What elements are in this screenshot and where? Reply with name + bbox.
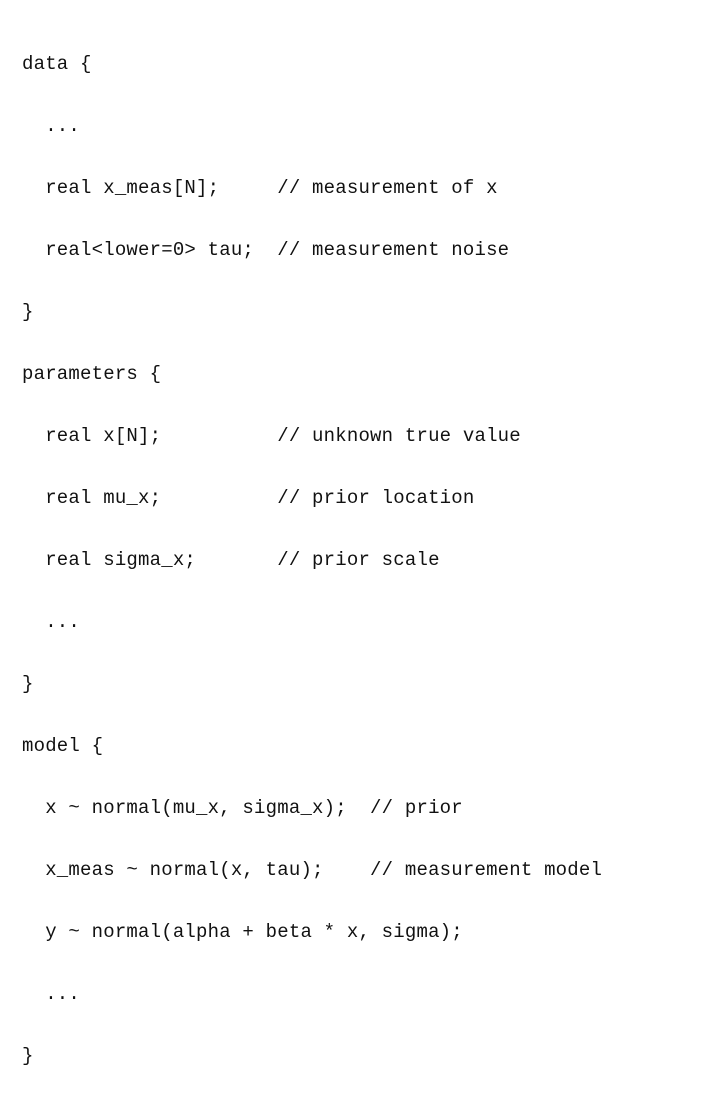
code-line: x ~ normal(mu_x, sigma_x); // prior (22, 793, 722, 824)
code-listing: data { ... real x_meas[N]; // measuremen… (0, 0, 722, 572)
code-line: real sigma_x; // prior scale (22, 545, 722, 576)
code-line: } (22, 297, 722, 328)
code-line: real x[N]; // unknown true value (22, 421, 722, 452)
code-line: ... (22, 979, 722, 1010)
code-line: data { (22, 49, 722, 80)
code-line: ... (22, 111, 722, 142)
code-line: parameters { (22, 359, 722, 390)
code-line: real mu_x; // prior location (22, 483, 722, 514)
code-line: model { (22, 731, 722, 762)
code-line: } (22, 1041, 722, 1072)
code-line: real x_meas[N]; // measurement of x (22, 173, 722, 204)
code-line: real<lower=0> tau; // measurement noise (22, 235, 722, 266)
code-line: x_meas ~ normal(x, tau); // measurement … (22, 855, 722, 886)
code-line: y ~ normal(alpha + beta * x, sigma); (22, 917, 722, 948)
code-line: } (22, 669, 722, 700)
code-line: ... (22, 607, 722, 638)
